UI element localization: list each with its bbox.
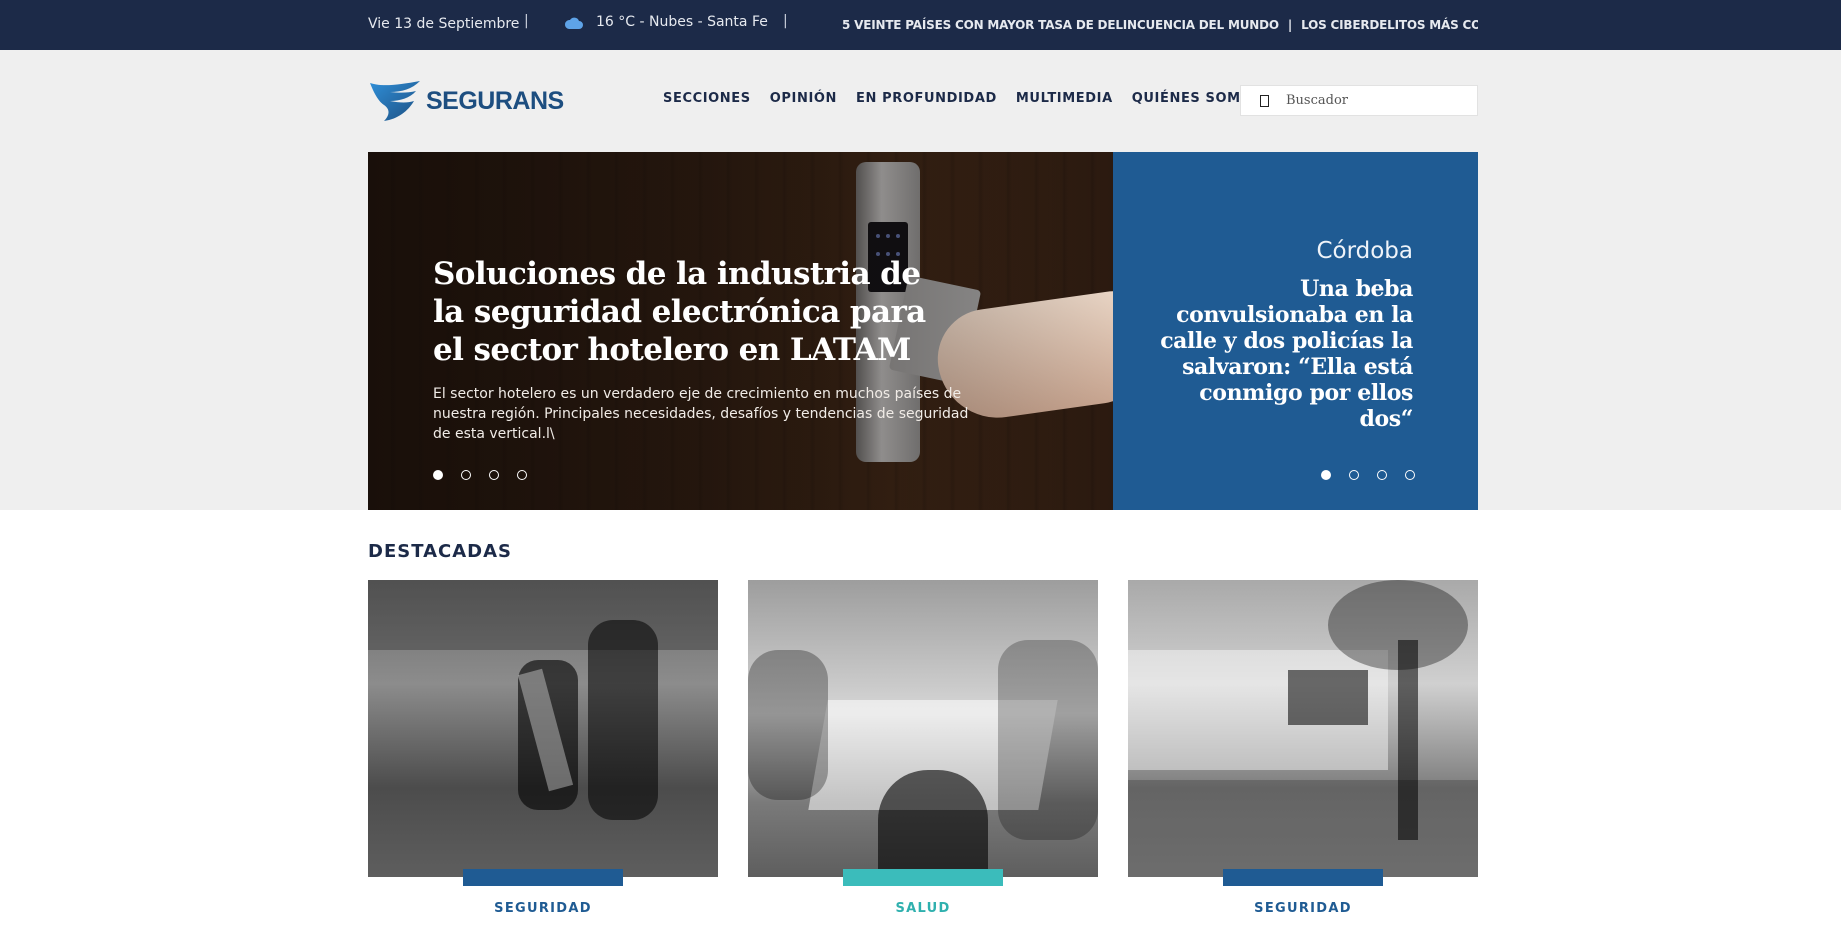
slide-dot[interactable] [1405,470,1415,480]
cloud-icon [564,17,583,29]
hero-slide[interactable]: Soluciones de la industria de la segurid… [368,152,1113,510]
nav-en-profundidad[interactable]: EN PROFUNDIDAD [856,91,997,106]
main-nav: SECCIONES OPINIÓN EN PROFUNDIDAD MULTIME… [663,91,1262,106]
slide-dot[interactable] [461,470,471,480]
hero-pagination [433,470,527,480]
featured-image-2[interactable] [748,580,1098,877]
search-icon[interactable] [1260,95,1269,107]
site-logo[interactable]: SEGURANS [368,79,564,123]
slide-dot[interactable] [1349,470,1359,480]
featured-image-3[interactable] [1128,580,1478,877]
slide-dot[interactable] [489,470,499,480]
logo-text: SEGURANS [426,86,564,115]
side-news-panel[interactable]: Córdoba Una beba convulsionaba en la cal… [1113,152,1478,510]
hero-title[interactable]: Soluciones de la industria de la segurid… [433,255,953,369]
slide-dot[interactable] [517,470,527,480]
news-ticker: 5 VEINTE PAÍSES CON MAYOR TASA DE DELINC… [842,0,1478,50]
weather-info: 16 °C - Nubes - Santa Fe [596,14,768,30]
slide-dot[interactable] [1377,470,1387,480]
nav-secciones[interactable]: SECCIONES [663,91,751,106]
category-tag-bar [1223,869,1383,886]
category-label[interactable]: SALUD [748,901,1098,916]
current-date: Vie 13 de Septiembre [368,16,520,32]
nav-multimedia[interactable]: MULTIMEDIA [1016,91,1113,106]
ticker-divider: | [1287,18,1293,32]
side-pagination [1321,470,1415,480]
search-box [1240,85,1478,116]
wing-logo-icon [370,81,420,121]
section-title-destacadas: DESTACADAS [368,541,512,562]
side-news-location: Córdoba [1316,238,1413,264]
divider: | [783,13,788,29]
slide-dot[interactable] [1321,470,1331,480]
category-tag-bar [843,869,1003,886]
featured-image-1[interactable] [368,580,718,877]
hero-summary: El sector hotelero es un verdadero eje d… [433,386,969,442]
category-label[interactable]: SEGURIDAD [368,901,718,916]
category-tag-bar [463,869,623,886]
nav-opinion[interactable]: OPINIÓN [770,91,837,106]
top-bar: Vie 13 de Septiembre | 16 °C - Nubes - S… [0,0,1841,50]
category-label[interactable]: SEGURIDAD [1128,901,1478,916]
slide-dot[interactable] [433,470,443,480]
divider: | [524,13,529,29]
ticker-item[interactable]: 5 VEINTE PAÍSES CON MAYOR TASA DE DELINC… [842,0,1279,50]
side-news-title[interactable]: Una beba convulsionaba en la calle y dos… [1143,276,1413,432]
search-input[interactable] [1286,86,1471,115]
ticker-item[interactable]: LOS CIBERDELITOS MÁS COMUNES EN FAC [1301,0,1478,50]
